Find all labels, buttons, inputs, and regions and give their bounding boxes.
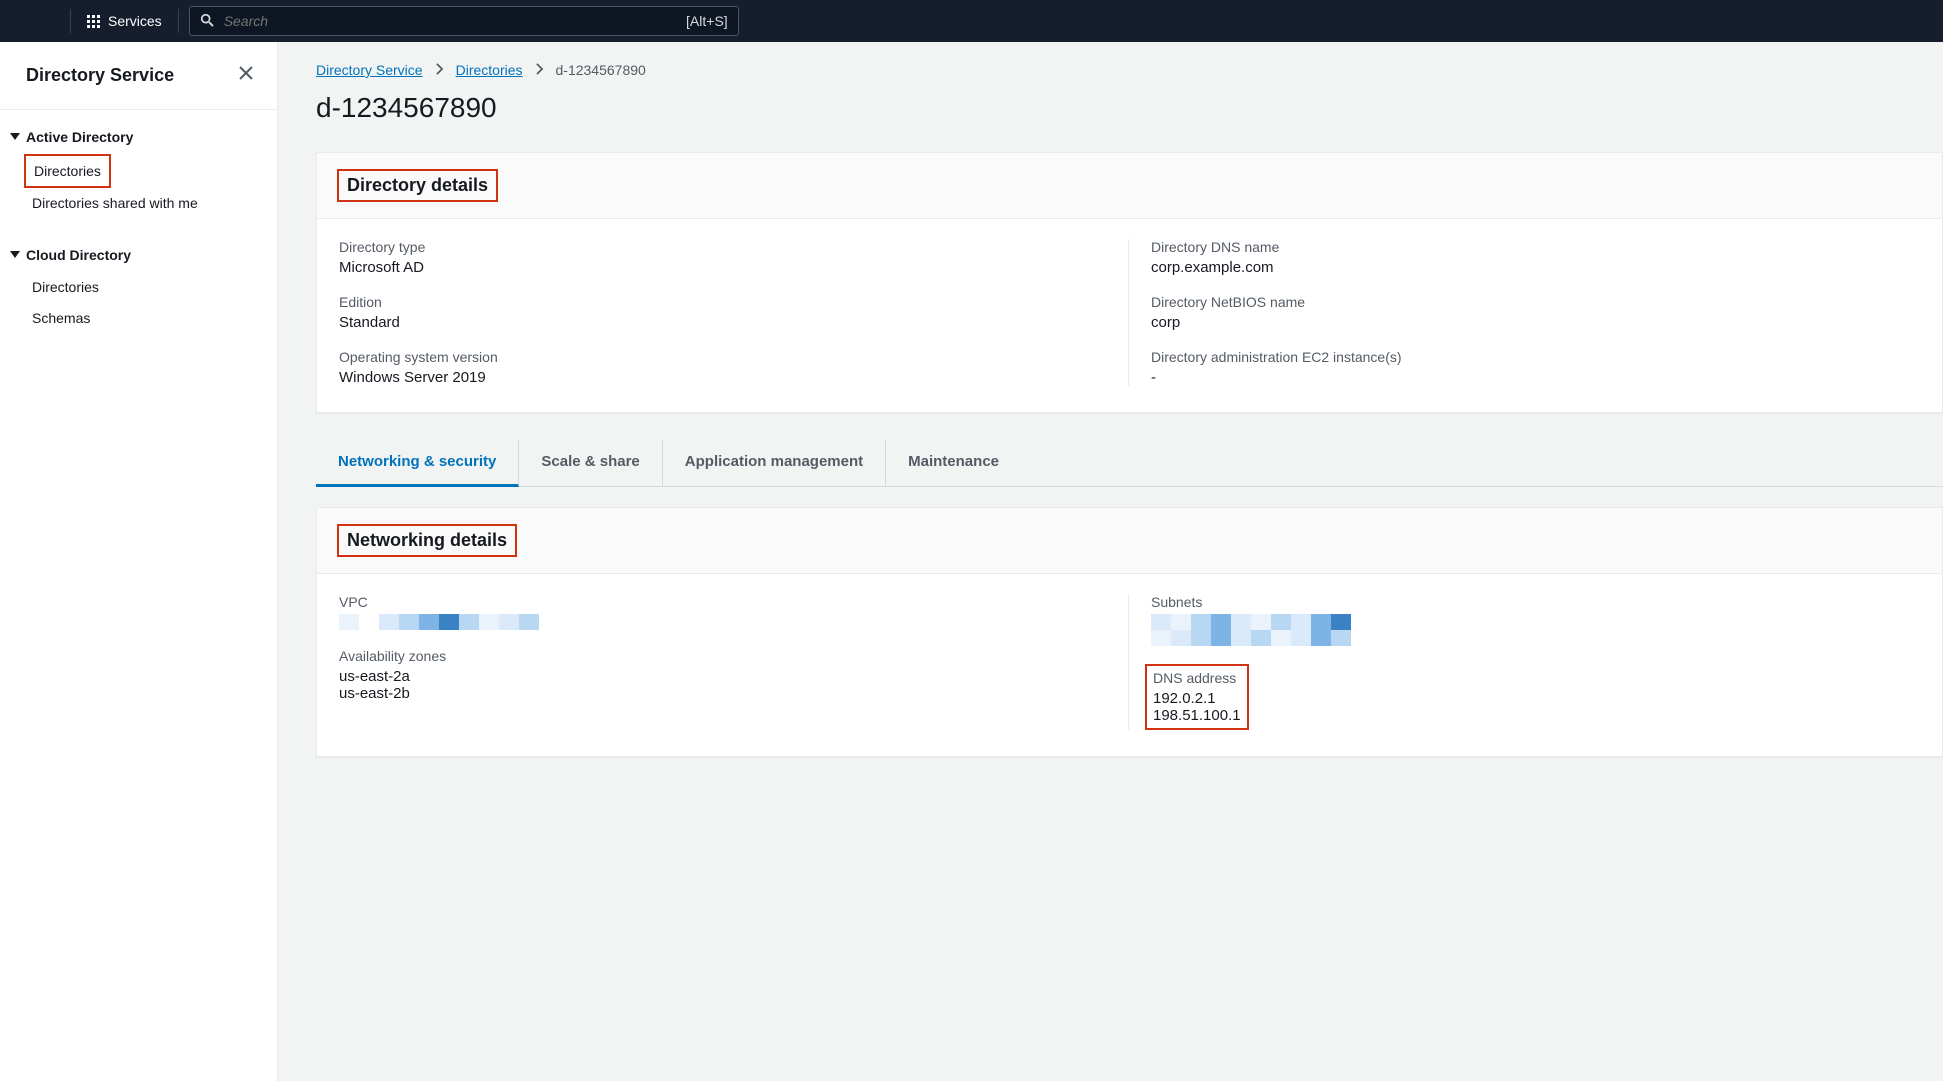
tab-application-management[interactable]: Application management (663, 439, 886, 486)
field-value-edition: Standard (339, 314, 1108, 331)
field-label-netbios: Directory NetBIOS name (1151, 294, 1920, 310)
panel-title: Directory details (347, 175, 488, 196)
panel-header: Networking details (317, 508, 1942, 574)
field-value-directory-type: Microsoft AD (339, 259, 1108, 276)
sidebar-section-label: Cloud Directory (26, 247, 131, 263)
services-label: Services (108, 13, 162, 29)
breadcrumb-link-directories[interactable]: Directories (456, 62, 523, 78)
field-value-availability-zones: us-east-2a us-east-2b (339, 668, 1108, 702)
page-title: d-1234567890 (316, 82, 1943, 152)
search-kbd-hint: [Alt+S] (686, 13, 728, 29)
field-value-os-version: Windows Server 2019 (339, 369, 1108, 386)
sidebar-item-cloud-directories[interactable]: Directories (24, 272, 107, 302)
tab-scale-share[interactable]: Scale & share (519, 439, 662, 486)
redacted-vpc-value (339, 614, 539, 630)
field-label-availability-zones: Availability zones (339, 648, 1108, 664)
field-label-directory-type: Directory type (339, 239, 1108, 255)
topbar: Services [Alt+S] (0, 0, 1943, 42)
chevron-right-icon (435, 62, 444, 78)
sidebar-item-schemas[interactable]: Schemas (24, 303, 98, 333)
topbar-divider (178, 9, 179, 33)
sidebar-item-directories[interactable]: Directories (24, 154, 111, 188)
search-input[interactable] (224, 13, 676, 29)
tabs: Networking & security Scale & share Appl… (316, 439, 1943, 487)
topbar-divider (70, 9, 71, 33)
sidebar-item-directories-shared[interactable]: Directories shared with me (24, 188, 206, 218)
field-label-edition: Edition (339, 294, 1108, 310)
panel-header: Directory details (317, 153, 1942, 219)
field-label-os-version: Operating system version (339, 349, 1108, 365)
breadcrumb: Directory Service Directories d-12345678… (316, 52, 1943, 82)
field-value-dns-address: 192.0.2.1 198.51.100.1 (1153, 690, 1241, 724)
directory-details-panel: Directory details Directory type Microso… (316, 152, 1943, 413)
tab-networking-security[interactable]: Networking & security (316, 439, 519, 487)
services-menu-button[interactable]: Services (81, 11, 168, 31)
field-value-netbios: corp (1151, 314, 1920, 331)
field-label-dns-name: Directory DNS name (1151, 239, 1920, 255)
sidebar-title: Directory Service (26, 65, 174, 86)
sidebar-section-label: Active Directory (26, 129, 133, 145)
main: Directory Service Directories d-12345678… (278, 42, 1943, 1081)
search-box[interactable]: [Alt+S] (189, 6, 739, 36)
field-value-ec2: - (1151, 369, 1920, 386)
grid-icon (87, 15, 100, 28)
networking-details-panel: Networking details VPC Availability zone (316, 507, 1943, 757)
field-label-ec2: Directory administration EC2 instance(s) (1151, 349, 1920, 365)
panel-title: Networking details (347, 530, 507, 551)
field-label-dns-address: DNS address (1153, 670, 1241, 686)
sidebar-section-cloud-directory: Cloud Directory Directories Schemas (0, 228, 277, 342)
sidebar-section-toggle[interactable]: Cloud Directory (10, 242, 267, 268)
breadcrumb-link-service[interactable]: Directory Service (316, 62, 423, 78)
chevron-right-icon (535, 62, 544, 78)
sidebar-section-active-directory: Active Directory Directories Directories… (0, 110, 277, 228)
sidebar-header: Directory Service (0, 42, 277, 110)
breadcrumb-current: d-1234567890 (556, 62, 646, 78)
tab-maintenance[interactable]: Maintenance (886, 439, 1021, 486)
field-value-dns-name: corp.example.com (1151, 259, 1920, 276)
field-label-subnets: Subnets (1151, 594, 1920, 610)
redacted-subnets-value (1151, 614, 1361, 646)
field-label-vpc: VPC (339, 594, 1108, 610)
caret-down-icon (10, 246, 20, 264)
search-icon (200, 13, 214, 30)
sidebar: Directory Service Active Directory Direc… (0, 42, 278, 1081)
caret-down-icon (10, 128, 20, 146)
close-icon[interactable] (235, 62, 257, 89)
sidebar-section-toggle[interactable]: Active Directory (10, 124, 267, 150)
